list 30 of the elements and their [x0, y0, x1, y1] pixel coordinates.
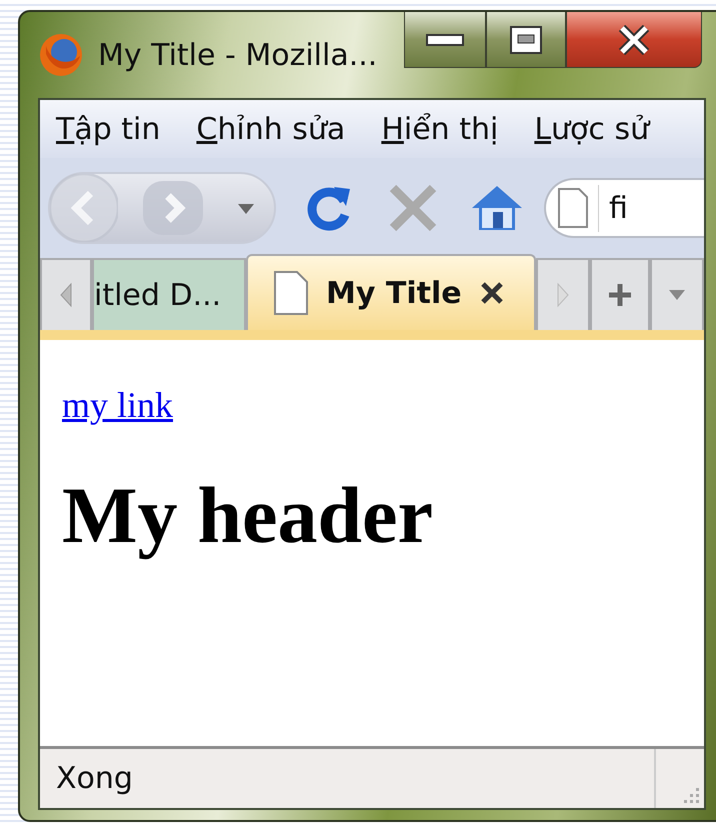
new-tab-button[interactable]: [590, 258, 650, 330]
caret-icon: [669, 290, 685, 300]
plus-icon: [607, 282, 633, 308]
page-icon: [558, 188, 588, 228]
page-icon: [274, 271, 308, 315]
maximize-icon: [509, 24, 543, 54]
minimize-button[interactable]: [404, 12, 486, 68]
tab-label: itled D...: [94, 276, 222, 314]
right-arrow-icon: [556, 282, 570, 308]
link[interactable]: my link: [62, 385, 174, 425]
caret-icon[interactable]: [238, 204, 254, 214]
maximize-button[interactable]: [486, 12, 566, 68]
left-arrow-icon: [59, 282, 73, 308]
firefox-logo-icon: [38, 32, 84, 78]
address-input[interactable]: fi: [598, 184, 638, 232]
menu-item[interactable]: Hiển thị: [381, 106, 498, 152]
tab[interactable]: My Title: [246, 254, 536, 330]
window-title: My Title - Mozilla...: [98, 36, 378, 74]
menu-item[interactable]: Chỉnh sửa: [196, 106, 346, 152]
tab-label: My Title: [326, 274, 462, 312]
close-icon: [617, 24, 651, 54]
page-heading: My header: [62, 472, 434, 560]
close-icon[interactable]: [480, 281, 504, 305]
status-text: Xong: [55, 760, 134, 798]
close-button[interactable]: [566, 12, 702, 68]
home-icon[interactable]: [470, 184, 524, 232]
tab[interactable]: itled D...: [92, 258, 246, 330]
address-field[interactable]: fi: [544, 178, 704, 238]
menu-item[interactable]: Lược sử: [534, 106, 650, 152]
menu-item[interactable]: Tập tin: [56, 106, 160, 152]
